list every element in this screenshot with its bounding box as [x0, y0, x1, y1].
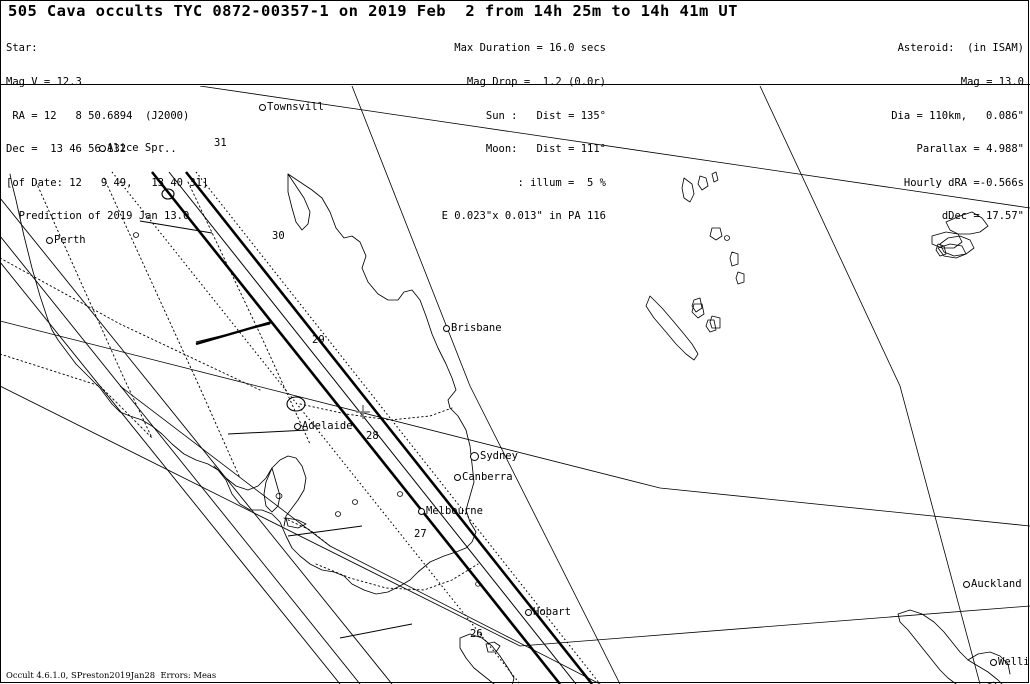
- city-label: Adelaide: [302, 420, 353, 432]
- island-b: [697, 175, 709, 191]
- kangaroo-island: [285, 517, 307, 529]
- city-label: Townsvill: [267, 101, 324, 113]
- new-zealand-group: [897, 609, 1011, 684]
- time-tick-27: [339, 623, 413, 639]
- boundary-sa-vic: [0, 257, 261, 391]
- boundary-nsw-vic: [315, 563, 479, 591]
- island-i: [945, 211, 989, 235]
- inland-features-group: [133, 232, 730, 587]
- pacific-islands-group: [645, 171, 989, 361]
- path-northern-limit: [150, 171, 562, 684]
- lake-eyre: [275, 493, 283, 499]
- time-tick-label-29: 29: [312, 334, 325, 346]
- city-marker-welli[interactable]: Welli: [990, 657, 1030, 667]
- occultation-prediction-page: 505 Cava occults TYC 0872-00357-1 on 201…: [0, 0, 1030, 684]
- eyre-peninsula: [263, 467, 281, 513]
- graticule-lon-c: [119, 385, 601, 684]
- boundary-nt-sa-h: [0, 353, 153, 439]
- island-new-caledonia: [645, 295, 699, 361]
- outer-sigma-west-b: [0, 261, 341, 684]
- city-marker-perth[interactable]: Perth: [46, 235, 86, 245]
- city-marker-sydney[interactable]: Sydney: [470, 451, 518, 461]
- boundary-nt-qld: [103, 177, 241, 479]
- city-marker-auckland[interactable]: Auckland: [963, 579, 1022, 589]
- graticule-lat-north: [199, 86, 1030, 209]
- city-marker-canberra[interactable]: Canberra: [454, 472, 513, 482]
- major-tick-30: [195, 320, 273, 346]
- graticule-lat-mid: [0, 320, 1030, 527]
- city-label: Perth: [54, 234, 86, 246]
- lake-torrens: [335, 511, 341, 517]
- nz-north-island: [897, 609, 1003, 684]
- time-tick-label-30: 30: [272, 230, 285, 242]
- boundary-sa-nsw: [187, 181, 311, 445]
- city-marker-melbourne[interactable]: Melbourne: [418, 506, 483, 516]
- lake-frome: [352, 499, 358, 505]
- city-label: Brisbane: [451, 322, 502, 334]
- page-title: 505 Cava occults TYC 0872-00357-1 on 201…: [8, 2, 738, 20]
- island-a: [681, 177, 695, 203]
- header-panel: 505 Cava occults TYC 0872-00357-1 on 201…: [0, 0, 1030, 222]
- island-d: [709, 227, 723, 241]
- cape-york: [287, 173, 311, 231]
- time-tick-label-28: 28: [366, 430, 379, 442]
- header-divider: [0, 84, 1030, 85]
- major-tick-group: [195, 320, 273, 346]
- city-label: Auckland: [971, 578, 1022, 590]
- graticule-lon-b: [759, 86, 981, 684]
- boundary-sa-east: [283, 517, 331, 547]
- city-marker-adelaide[interactable]: Adelaide: [294, 421, 353, 431]
- city-label: Alice Spr: [107, 142, 164, 154]
- island-e: [729, 251, 739, 267]
- great-australian-bight: [213, 455, 307, 527]
- lake-inland-2: [133, 232, 139, 238]
- city-label: Sydney: [480, 450, 518, 462]
- time-tick-31: [139, 220, 213, 234]
- asteroid-line-1: Asteroid: (in ISAM): [897, 42, 1024, 55]
- island-c: [711, 171, 719, 183]
- island-f: [735, 271, 745, 285]
- city-marker-alice-spr[interactable]: Alice Spr: [99, 143, 164, 153]
- star-line-1: Star:: [6, 42, 38, 55]
- station-circle-1: [286, 396, 306, 412]
- city-label: Melbourne: [426, 505, 483, 517]
- outer-sigma-west-a: [0, 235, 361, 684]
- city-marker-brisbane[interactable]: Brisbane: [443, 323, 502, 333]
- city-label: Hobart: [533, 606, 571, 618]
- city-marker-townsvill[interactable]: Townsvill: [259, 102, 324, 112]
- time-tick-label-27: 27: [414, 528, 427, 540]
- max-duration: Max Duration = 16.0 secs: [454, 42, 606, 55]
- world-map-canvas[interactable]: [0, 86, 1030, 684]
- lake-inland-1: [397, 491, 403, 497]
- geocentric-marker: [356, 405, 370, 419]
- island-k: [937, 243, 967, 259]
- time-tick-label-31: 31: [214, 137, 227, 149]
- lake-inland-3: [724, 235, 730, 241]
- time-tick-label-26: 26: [470, 628, 483, 640]
- map-vector-layer: [0, 86, 1030, 684]
- tasmania: [459, 633, 515, 684]
- city-label: Welli: [998, 656, 1030, 668]
- footer-credit: Occult 4.6.1.0, SPreston2019Jan28 Errors…: [6, 670, 217, 680]
- city-label: Canberra: [462, 471, 513, 483]
- city-marker-hobart[interactable]: Hobart: [525, 607, 571, 617]
- path-station-group: [161, 188, 306, 412]
- path-centreline: [168, 171, 577, 684]
- graticule-lon-a: [351, 86, 621, 684]
- outer-sigma-west-c: [0, 197, 393, 684]
